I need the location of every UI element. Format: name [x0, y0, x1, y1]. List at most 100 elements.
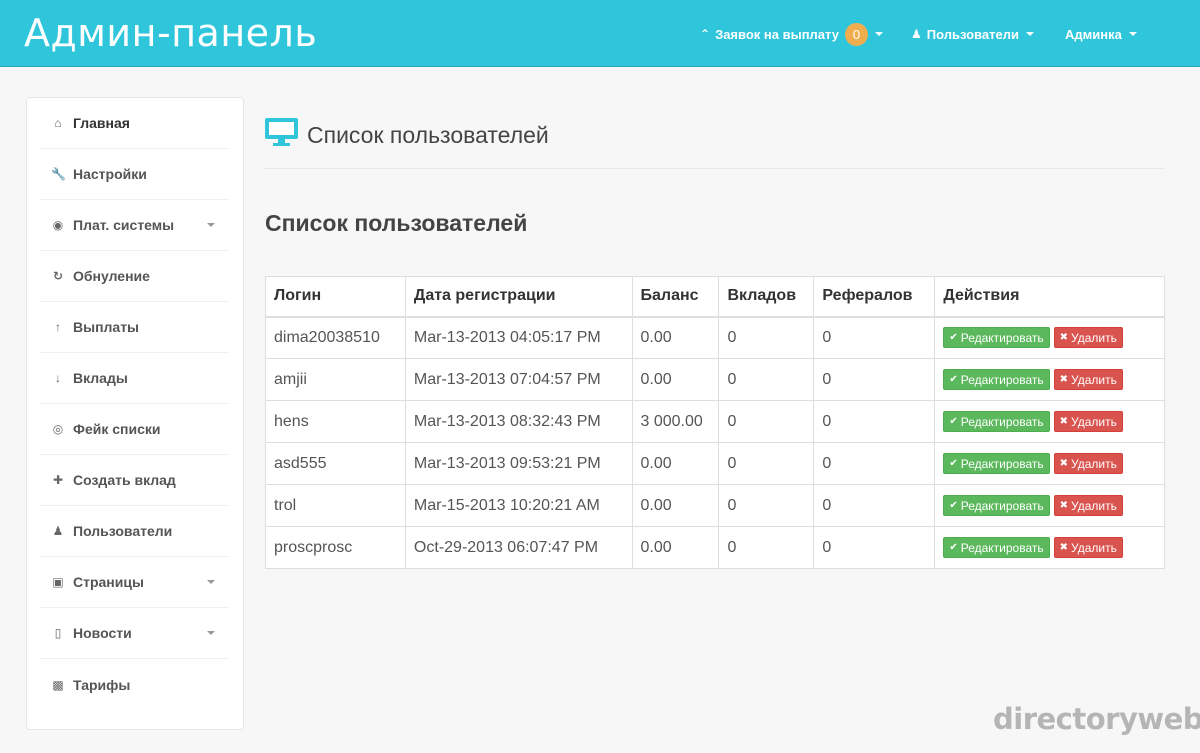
edit-button[interactable]: ✔ Редактировать — [943, 327, 1050, 349]
cell-registration-date: Mar-13-2013 04:05:17 PM — [404, 316, 633, 359]
cell-referrals: 0 — [813, 316, 936, 359]
table-row: amjii Mar-13-2013 07:04:57 PM 0.00 0 0 ✔… — [265, 358, 1165, 401]
cell-actions: ✔ Редактировать ✖ Удалить — [934, 526, 1165, 569]
delete-button[interactable]: ✖ Удалить — [1053, 453, 1123, 474]
check-icon: ✔ — [949, 416, 958, 427]
sidebar-item-news[interactable]: ▯ Новости — [41, 608, 229, 659]
sidebar-item-payouts[interactable]: ↑ Выплаты — [41, 302, 229, 353]
delete-button[interactable]: ✖ Удалить — [1053, 327, 1123, 349]
close-icon: ✖ — [1059, 416, 1069, 427]
cell-registration-date: Oct-29-2013 06:07:47 PM — [404, 526, 633, 569]
delete-button-label: Удалить — [1071, 330, 1117, 345]
table-row: trol Mar-15-2013 10:20:21 AM 0.00 0 0 ✔ Р… — [265, 484, 1165, 527]
edit-button-label: Редактировать — [960, 540, 1044, 555]
edit-button-label: Редактировать — [960, 330, 1044, 345]
cell-deposits: 0 — [718, 526, 815, 569]
cell-actions: ✔ Редактировать ✖ Удалить — [934, 316, 1165, 359]
sidebar-item-fake-lists[interactable]: ◎ Фейк списки — [41, 404, 229, 455]
cell-referrals: 0 — [813, 400, 936, 443]
brand-title[interactable]: Админ-панель — [24, 10, 317, 56]
edit-button[interactable]: ✔ Редактировать — [943, 453, 1050, 474]
cell-actions: ✔ Редактировать ✖ Удалить — [934, 442, 1165, 485]
check-icon: ✔ — [949, 374, 958, 385]
cell-login: dima20038510 — [265, 316, 406, 359]
column-header-referrals: Рефералов — [813, 276, 936, 317]
cell-balance: 0.00 — [631, 316, 720, 359]
delete-button-label: Удалить — [1071, 456, 1117, 471]
nav-admin-menu[interactable]: Админка — [1065, 22, 1137, 46]
delete-button-label: Удалить — [1071, 540, 1117, 555]
cell-deposits: 0 — [718, 400, 815, 443]
check-icon: ✔ — [949, 500, 958, 511]
book-icon: ▣ — [52, 575, 64, 589]
cell-registration-date: Mar-13-2013 07:04:57 PM — [404, 358, 633, 401]
table-row: dima20038510 Mar-13-2013 04:05:17 PM 0.0… — [265, 316, 1165, 359]
sidebar-item-pages[interactable]: ▣ Страницы — [41, 557, 229, 608]
sidebar-item-create-deposit[interactable]: ✚ Создать вклад — [41, 455, 229, 506]
sidebar-item-users[interactable]: ♟ Пользователи — [41, 506, 229, 557]
edit-button[interactable]: ✔ Редактировать — [943, 369, 1050, 390]
column-header-login: Логин — [265, 276, 406, 317]
edit-button[interactable]: ✔ Редактировать — [943, 411, 1050, 432]
payout-requests-badge: 0 — [844, 22, 868, 46]
sidebar-item-label: Тарифы — [73, 676, 131, 693]
nav-users-label: Пользователи — [926, 26, 1019, 42]
delete-button-label: Удалить — [1071, 414, 1117, 429]
sidebar-item-reset[interactable]: ↻ Обнуление — [41, 251, 229, 302]
sidebar-item-label: Новости — [73, 625, 132, 641]
sidebar-item-label: Пользователи — [73, 523, 173, 539]
table-row: asd555 Mar-13-2013 09:53:21 PM 0.00 0 0 … — [265, 442, 1165, 485]
edit-button-label: Редактировать — [960, 372, 1044, 387]
delete-button[interactable]: ✖ Удалить — [1053, 369, 1123, 390]
desktop-monitor-icon — [265, 118, 298, 146]
close-icon: ✖ — [1059, 332, 1069, 344]
delete-button[interactable]: ✖ Удалить — [1053, 537, 1123, 558]
cell-referrals: 0 — [813, 358, 936, 401]
nav-payout-requests[interactable]: ⌃ Заявок на выплату 0 — [700, 22, 883, 46]
sidebar-item-payment-systems[interactable]: ◉ Плат. системы — [41, 200, 229, 251]
cell-balance: 0.00 — [631, 442, 720, 485]
arrow-down-icon: ↓ — [55, 371, 61, 385]
edit-button-label: Редактировать — [960, 456, 1044, 471]
watermark: directorywebru — [993, 702, 1200, 736]
cell-login: asd555 — [265, 442, 406, 485]
sidebar-item-tariffs[interactable]: ▩ Тарифы — [41, 659, 229, 710]
chevron-down-icon — [207, 580, 215, 584]
table-row: hens Mar-13-2013 08:32:43 PM 3 000.00 0 … — [265, 400, 1165, 443]
table-row: proscprosc Oct-29-2013 06:07:47 PM 0.00 … — [265, 526, 1165, 569]
chevron-down-icon — [874, 32, 883, 36]
sidebar-item-deposits[interactable]: ↓ Вклады — [41, 353, 229, 404]
cell-login: proscprosc — [265, 526, 406, 569]
cell-actions: ✔ Редактировать ✖ Удалить — [934, 400, 1165, 443]
cell-balance: 3 000.00 — [631, 400, 720, 443]
page-title: Список пользователей — [307, 122, 549, 148]
plus-icon: ✚ — [52, 473, 64, 487]
users-table: Логин Дата регистрации Баланс Вкладов Ре… — [265, 276, 1165, 569]
cell-registration-date: Mar-13-2013 09:53:21 PM — [404, 442, 633, 485]
nav-users-menu[interactable]: ♟ Пользователи — [911, 22, 1034, 46]
delete-button[interactable]: ✖ Удалить — [1053, 411, 1123, 432]
chevron-down-icon — [207, 631, 215, 635]
edit-button[interactable]: ✔ Редактировать — [943, 495, 1050, 516]
chevron-down-icon — [207, 223, 215, 227]
sidebar-item-home[interactable]: ⌂ Главная — [41, 98, 229, 149]
sidebar-item-settings[interactable]: 🔧 Настройки — [41, 149, 229, 200]
cell-balance: 0.00 — [631, 484, 720, 527]
column-header-deposits: Вкладов — [718, 276, 815, 317]
cell-registration-date: Mar-15-2013 10:20:21 AM — [404, 484, 633, 527]
delete-button[interactable]: ✖ Удалить — [1053, 495, 1123, 516]
check-icon: ✔ — [949, 542, 958, 553]
edit-button-label: Редактировать — [960, 498, 1044, 513]
check-icon: ✔ — [949, 332, 958, 344]
close-icon: ✖ — [1059, 542, 1069, 553]
close-icon: ✖ — [1059, 500, 1069, 511]
column-header-balance: Баланс — [631, 276, 720, 317]
sidebar-item-label: Обнуление — [73, 268, 150, 284]
edit-button[interactable]: ✔ Редактировать — [943, 537, 1050, 558]
check-icon: ✔ — [949, 458, 958, 469]
close-icon: ✖ — [1059, 458, 1069, 469]
globe-icon: ◉ — [52, 218, 64, 232]
angle-double-up-icon: ⌃ — [700, 27, 711, 41]
cell-login: hens — [265, 400, 406, 443]
cell-actions: ✔ Редактировать ✖ Удалить — [934, 358, 1165, 401]
